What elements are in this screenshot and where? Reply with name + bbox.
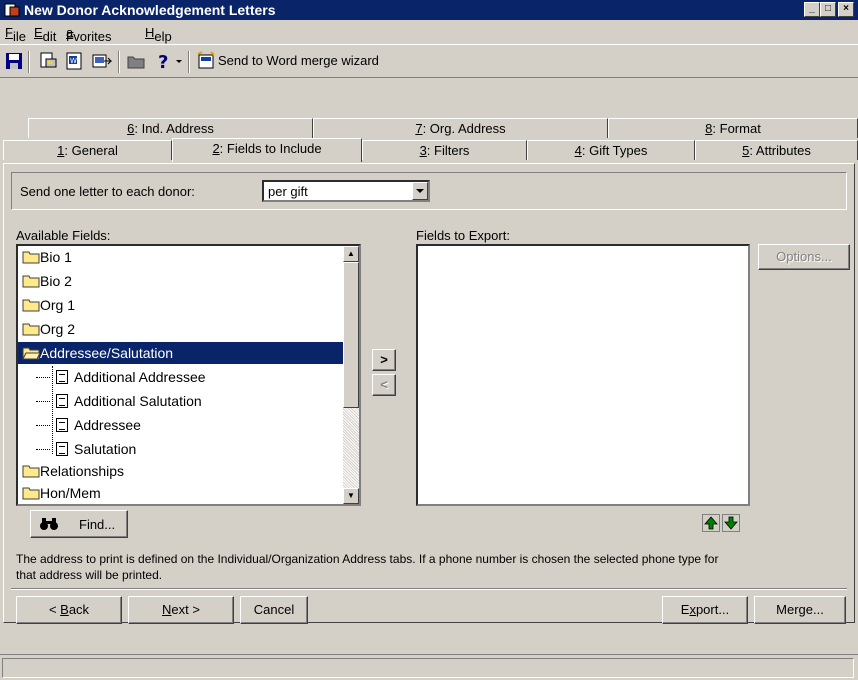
window-title: New Donor Acknowledgement Letters	[24, 2, 276, 18]
scroll-down-button[interactable]: ▼	[343, 488, 359, 504]
field-document-icon	[56, 394, 68, 408]
cancel-button[interactable]: Cancel	[240, 596, 308, 624]
app-icon	[4, 3, 20, 17]
send-letter-value: per gift	[268, 184, 308, 199]
folder-icon	[22, 465, 40, 478]
close-button[interactable]: ×	[838, 2, 854, 17]
send-letter-label: Send one letter to each donor:	[20, 184, 195, 199]
svg-text:W: W	[70, 57, 77, 65]
field-document-icon	[56, 370, 68, 384]
tree-node-addressee[interactable]: Addressee	[18, 414, 338, 436]
send-letter-select[interactable]: per gift	[262, 180, 430, 202]
toolbar-separator	[188, 51, 190, 73]
folder-icon	[22, 275, 40, 288]
tab-filters[interactable]: 3: Filters	[362, 140, 527, 160]
move-up-icon[interactable]	[702, 514, 720, 532]
menu-help[interactable]: Help	[145, 25, 172, 44]
address-note: The address to print is defined on the I…	[16, 552, 719, 582]
tree-node-additional-salutation[interactable]: Additional Salutation	[18, 390, 338, 412]
tree-connector	[36, 377, 50, 378]
tree-node-hon-mem[interactable]: Hon/Mem	[18, 482, 338, 504]
tab-row-back: 6: Ind. Address 7: Org. Address 8: Forma…	[28, 118, 858, 140]
tree-node-addressee-salutation[interactable]: Addressee/Salutation	[18, 342, 343, 364]
print-preview-icon[interactable]	[38, 51, 58, 71]
menu-edit[interactable]: Edit	[34, 25, 56, 44]
tree-connector	[36, 401, 50, 402]
tab-format[interactable]: 8: Format	[608, 118, 858, 138]
merge-wizard-label[interactable]: Send to Word merge wizard	[218, 53, 379, 68]
status-pane	[2, 658, 854, 678]
maximize-button[interactable]: □	[820, 2, 836, 17]
folder-icon[interactable]	[126, 51, 146, 71]
menu-file[interactable]: File	[5, 25, 26, 44]
save-icon[interactable]	[4, 51, 24, 71]
remove-field-button[interactable]: <	[372, 374, 396, 396]
folder-icon	[22, 299, 40, 312]
back-button[interactable]: < Back	[16, 596, 122, 624]
tab-ind-address[interactable]: 6: Ind. Address	[28, 118, 313, 138]
fields-to-export-list[interactable]	[416, 244, 750, 506]
field-document-icon	[56, 442, 68, 456]
folder-icon	[22, 487, 40, 500]
tree-node-bio-2[interactable]: Bio 2	[18, 270, 338, 292]
tree-node-org-1[interactable]: Org 1	[18, 294, 338, 316]
menu-bar: File Edit Fa vorites Help	[0, 21, 858, 44]
tab-gift-types[interactable]: 4: Gift Types	[527, 140, 695, 160]
minimize-button[interactable]: _	[804, 2, 820, 17]
help-icon[interactable]: ?	[154, 51, 174, 71]
word-document-icon[interactable]: W	[64, 51, 84, 71]
chevron-down-icon	[416, 189, 424, 193]
fields-to-export-label: Fields to Export:	[416, 228, 510, 243]
dropdown-button[interactable]	[412, 182, 428, 200]
status-bar	[0, 654, 858, 680]
help-dropdown-icon[interactable]	[174, 51, 184, 71]
scroll-up-button[interactable]: ▲	[343, 246, 359, 262]
title-bar[interactable]: New Donor Acknowledgement Letters _ □ ×	[0, 0, 858, 20]
open-folder-icon	[22, 347, 40, 360]
merge-wizard-icon[interactable]	[196, 51, 216, 71]
tree-connector	[36, 449, 50, 450]
add-field-button[interactable]: >	[372, 349, 396, 371]
field-document-icon	[56, 418, 68, 432]
tab-attributes[interactable]: 5: Attributes	[695, 140, 858, 160]
vertical-scrollbar[interactable]: ▲ ▼	[343, 246, 359, 504]
toolbar: W ? Send to Word merge wizard	[0, 44, 858, 78]
find-button[interactable]: Find...	[30, 510, 128, 538]
tab-fields-to-include[interactable]: 2: Fields to Include	[172, 138, 362, 162]
tree-node-bio-1[interactable]: Bio 1	[18, 246, 338, 268]
folder-icon	[22, 323, 40, 336]
export-button[interactable]: Export...	[662, 596, 748, 624]
tree-node-additional-addressee[interactable]: Additional Addressee	[18, 366, 338, 388]
merge-button[interactable]: Merge...	[754, 596, 846, 624]
tree-node-org-2[interactable]: Org 2	[18, 318, 338, 340]
next-button[interactable]: Next >	[128, 596, 234, 624]
binoculars-icon	[40, 518, 58, 530]
tree-node-salutation[interactable]: Salutation	[18, 438, 338, 460]
tab-general[interactable]: 1: General	[3, 140, 172, 160]
toolbar-separator	[28, 51, 30, 73]
tab-row-front: 1: General 2: Fields to Include 3: Filte…	[3, 138, 858, 162]
scroll-thumb[interactable]	[343, 262, 359, 408]
menu-favorites[interactable]: Fa vorites	[66, 25, 112, 44]
tree-connector	[36, 425, 50, 426]
toolbar-separator	[118, 51, 120, 73]
svg-text:?: ?	[158, 52, 168, 71]
divider	[11, 588, 847, 590]
folder-icon	[22, 251, 40, 264]
available-fields-tree[interactable]: Bio 1 Bio 2 Org 1 Org 2 Addressee/Saluta…	[16, 244, 361, 506]
export-icon[interactable]	[92, 51, 112, 71]
tree-node-relationships[interactable]: Relationships	[18, 460, 338, 482]
main-window: New Donor Acknowledgement Letters _ □ × …	[0, 0, 858, 680]
available-fields-label: Available Fields:	[16, 228, 111, 243]
tab-org-address[interactable]: 7: Org. Address	[313, 118, 608, 138]
move-down-icon[interactable]	[722, 514, 740, 532]
options-button[interactable]: Options...	[758, 244, 850, 270]
